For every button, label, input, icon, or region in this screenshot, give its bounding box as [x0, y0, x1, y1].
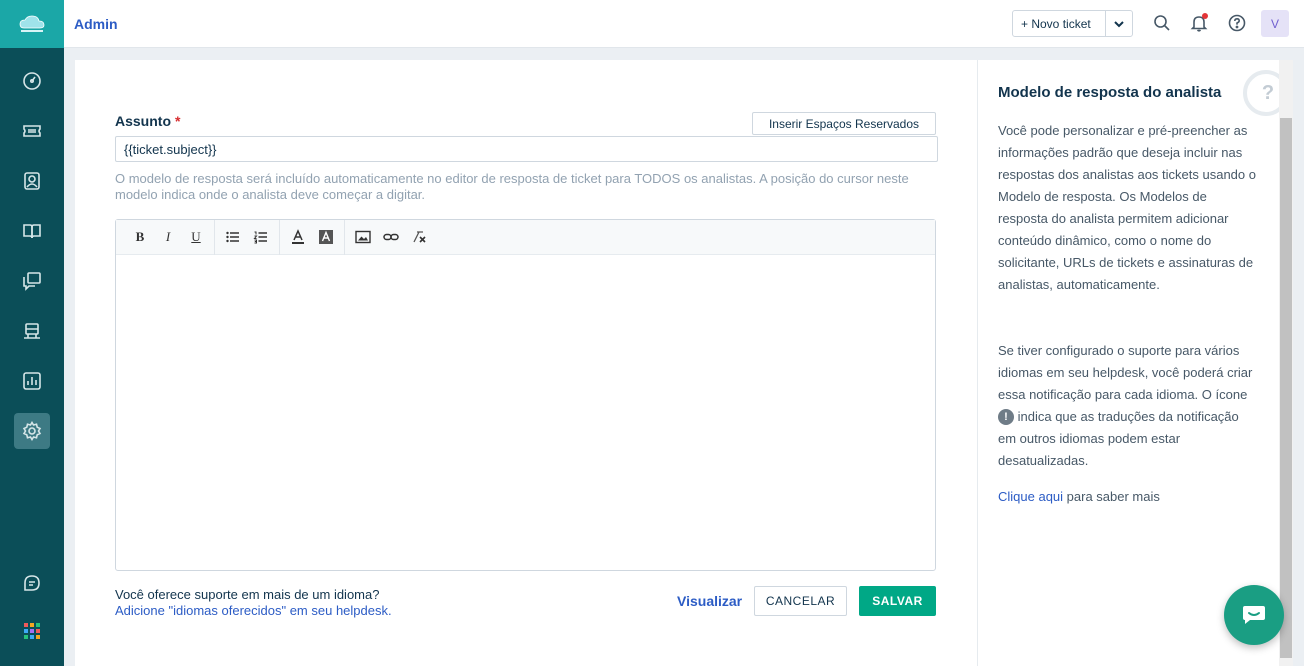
new-ticket-label: + Novo ticket	[1021, 16, 1091, 31]
nav-solutions[interactable]	[14, 213, 50, 249]
info-p2-after: indica que as traduções da notificação e…	[998, 409, 1239, 468]
info-title: Modelo de resposta do analista	[998, 84, 1222, 101]
editor-toolbar: B I U	[116, 219, 935, 255]
chevron-down-icon	[1114, 20, 1124, 27]
left-sidebar	[0, 0, 64, 666]
reports-icon	[23, 372, 41, 390]
info-paragraph-1: Você pode personalizar e pré-preencher a…	[998, 123, 1256, 292]
chat-icon	[24, 575, 40, 591]
save-button[interactable]: SALVAR	[859, 586, 936, 616]
info-paragraph-2: Se tiver configurado o suporte para vári…	[998, 340, 1260, 472]
nav-groups[interactable]	[14, 313, 50, 349]
preview-link[interactable]: Visualizar	[677, 593, 742, 609]
italic-button[interactable]: I	[154, 225, 182, 249]
chat-bubble-icon	[1243, 606, 1265, 624]
font-color-icon	[292, 229, 304, 244]
info-p2-before: Se tiver configurado o suporte para vári…	[998, 343, 1253, 402]
insert-image-button[interactable]	[349, 225, 377, 249]
main-panel: Assunto* Inserir Espaços Reservados O mo…	[75, 60, 977, 666]
background-color-button[interactable]	[312, 225, 340, 249]
subject-input[interactable]	[115, 136, 938, 162]
nav-contacts[interactable]	[14, 163, 50, 199]
learn-more-suffix: para saber mais	[1066, 489, 1160, 504]
link-icon	[383, 233, 399, 241]
new-ticket-dropdown[interactable]	[1105, 11, 1132, 36]
help-bubble-glyph: ?	[1261, 81, 1275, 104]
list-group	[215, 219, 280, 255]
warning-icon: !	[998, 409, 1014, 425]
help-button[interactable]	[1226, 12, 1248, 34]
nav-reports[interactable]	[14, 363, 50, 399]
insert-placeholders-button[interactable]: Inserir Espaços Reservados	[752, 112, 936, 135]
search-icon	[1154, 15, 1170, 31]
rich-text-editor: B I U	[115, 219, 936, 571]
notifications-button[interactable]	[1188, 12, 1210, 34]
add-languages-link[interactable]: Adicione "idiomas oferecidos" em seu hel…	[115, 603, 392, 618]
chat-widget-button[interactable]	[1224, 585, 1284, 645]
insert-group	[345, 220, 437, 255]
color-group	[280, 219, 345, 255]
format-group: B I U	[122, 219, 215, 255]
nav-chat[interactable]	[14, 565, 50, 601]
logo[interactable]	[0, 0, 64, 48]
subject-help-text: O modelo de resposta será incluído autom…	[115, 171, 909, 202]
subject-label-text: Assunto	[115, 113, 171, 129]
numbered-list-button[interactable]	[247, 225, 275, 249]
language-question: Você oferece suporte em mais de um idiom…	[115, 587, 380, 602]
nav-forums[interactable]	[14, 263, 50, 299]
subject-label: Assunto *	[115, 113, 180, 129]
bullet-list-button[interactable]	[219, 225, 247, 249]
forums-icon	[23, 272, 41, 291]
nav-tickets[interactable]	[14, 113, 50, 149]
admin-gear-icon	[22, 421, 42, 441]
avatar[interactable]: V	[1261, 10, 1289, 37]
cancel-button[interactable]: CANCELAR	[754, 586, 847, 616]
cloud-logo-icon	[19, 15, 45, 32]
solutions-icon	[23, 224, 41, 239]
search-button[interactable]	[1151, 12, 1173, 34]
info-panel: Modelo de resposta do analista Você pode…	[977, 60, 1289, 666]
groups-icon	[24, 323, 40, 339]
nav-dashboard[interactable]	[14, 63, 50, 99]
apps-grid-icon	[24, 623, 40, 639]
help-icon	[1228, 14, 1246, 32]
tickets-icon	[23, 125, 41, 137]
clear-format-icon	[413, 231, 426, 243]
new-ticket-button[interactable]: + Novo ticket	[1012, 10, 1133, 37]
page-scrollbar[interactable]	[1279, 60, 1293, 666]
editor-content-area[interactable]	[116, 256, 935, 570]
underline-button[interactable]: U	[182, 225, 210, 249]
font-color-button[interactable]	[284, 225, 312, 249]
info-paragraph-3: Clique aqui para saber mais	[998, 486, 1260, 508]
required-mark: *	[175, 113, 181, 129]
scrollbar-thumb[interactable]	[1280, 118, 1292, 658]
nav-apps[interactable]	[14, 613, 50, 649]
learn-more-link[interactable]: Clique aqui	[998, 489, 1063, 504]
dashboard-icon	[23, 72, 41, 90]
image-icon	[355, 230, 371, 244]
background-color-icon	[319, 230, 333, 244]
top-bar: Admin + Novo ticket V	[64, 0, 1304, 48]
nav-admin[interactable]	[14, 413, 50, 449]
notification-dot	[1202, 13, 1208, 19]
clear-format-button[interactable]	[405, 225, 433, 249]
numbered-list-icon	[253, 231, 267, 244]
bullet-list-icon	[226, 231, 239, 243]
new-ticket-main[interactable]: + Novo ticket	[1013, 11, 1105, 36]
page-title: Admin	[74, 16, 118, 32]
bold-button[interactable]: B	[126, 225, 154, 249]
insert-link-button[interactable]	[377, 225, 405, 249]
contacts-icon	[24, 172, 40, 190]
